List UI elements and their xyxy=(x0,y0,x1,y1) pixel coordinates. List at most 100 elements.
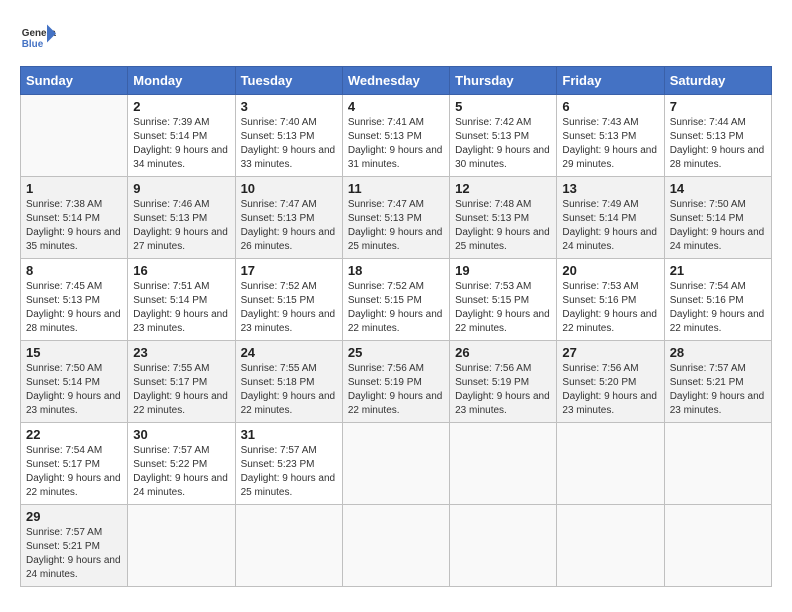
day-info: Sunrise: 7:46 AMSunset: 5:13 PMDaylight:… xyxy=(133,198,229,254)
calendar-cell: 23 Sunrise: 7:55 AMSunset: 5:17 PMDayligh… xyxy=(128,341,235,423)
day-info: Sunrise: 7:50 AMSunset: 5:14 PMDaylight:… xyxy=(26,362,122,418)
calendar-cell xyxy=(450,505,557,587)
day-info: Sunrise: 7:40 AMSunset: 5:13 PMDaylight:… xyxy=(241,116,337,172)
day-number: 25 xyxy=(348,345,444,360)
day-number: 26 xyxy=(455,345,551,360)
calendar-cell: 27 Sunrise: 7:56 AMSunset: 5:20 PMDayligh… xyxy=(557,341,664,423)
day-info: Sunrise: 7:56 AMSunset: 5:20 PMDaylight:… xyxy=(562,362,658,418)
svg-text:Blue: Blue xyxy=(22,39,44,50)
day-number: 30 xyxy=(133,427,229,442)
day-info: Sunrise: 7:49 AMSunset: 5:14 PMDaylight:… xyxy=(562,198,658,254)
day-number: 22 xyxy=(26,427,122,442)
day-number: 19 xyxy=(455,263,551,278)
day-info: Sunrise: 7:51 AMSunset: 5:14 PMDaylight:… xyxy=(133,280,229,336)
calendar-cell: 2 Sunrise: 7:39 AMSunset: 5:14 PMDaylight… xyxy=(128,95,235,177)
calendar-cell: 1 Sunrise: 7:38 AMSunset: 5:14 PMDaylight… xyxy=(21,177,128,259)
calendar-cell: 26 Sunrise: 7:56 AMSunset: 5:19 PMDayligh… xyxy=(450,341,557,423)
day-number: 9 xyxy=(133,181,229,196)
day-info: Sunrise: 7:56 AMSunset: 5:19 PMDaylight:… xyxy=(455,362,551,418)
calendar-cell xyxy=(235,505,342,587)
calendar-row: 1 Sunrise: 7:38 AMSunset: 5:14 PMDaylight… xyxy=(21,177,772,259)
page-header: General Blue xyxy=(20,20,772,56)
day-info: Sunrise: 7:38 AMSunset: 5:14 PMDaylight:… xyxy=(26,198,122,254)
weekday-header: Thursday xyxy=(450,67,557,95)
calendar-cell: 20Sunrise: 7:53 AMSunset: 5:16 PMDayligh… xyxy=(557,259,664,341)
calendar-cell: 18Sunrise: 7:52 AMSunset: 5:15 PMDayligh… xyxy=(342,259,449,341)
calendar-cell xyxy=(450,423,557,505)
day-number: 17 xyxy=(241,263,337,278)
day-number: 1 xyxy=(26,181,122,196)
calendar-cell xyxy=(21,95,128,177)
calendar-cell: 10Sunrise: 7:47 AMSunset: 5:13 PMDayligh… xyxy=(235,177,342,259)
calendar-row: 8 Sunrise: 7:45 AMSunset: 5:13 PMDaylight… xyxy=(21,259,772,341)
day-number: 27 xyxy=(562,345,658,360)
calendar-cell: 9 Sunrise: 7:46 AMSunset: 5:13 PMDaylight… xyxy=(128,177,235,259)
day-number: 29 xyxy=(26,509,122,524)
day-info: Sunrise: 7:52 AMSunset: 5:15 PMDaylight:… xyxy=(348,280,444,336)
calendar-cell: 31 Sunrise: 7:57 AMSunset: 5:23 PMDayligh… xyxy=(235,423,342,505)
day-info: Sunrise: 7:52 AMSunset: 5:15 PMDaylight:… xyxy=(241,280,337,336)
calendar-cell xyxy=(557,505,664,587)
calendar-cell: 11 Sunrise: 7:47 AMSunset: 5:13 PMDayligh… xyxy=(342,177,449,259)
calendar-row: 29 Sunrise: 7:57 AMSunset: 5:21 PMDayligh… xyxy=(21,505,772,587)
day-info: Sunrise: 7:43 AMSunset: 5:13 PMDaylight:… xyxy=(562,116,658,172)
weekday-header: Friday xyxy=(557,67,664,95)
day-number: 13 xyxy=(562,181,658,196)
calendar-cell: 15 Sunrise: 7:50 AMSunset: 5:14 PMDayligh… xyxy=(21,341,128,423)
day-info: Sunrise: 7:57 AMSunset: 5:21 PMDaylight:… xyxy=(26,526,122,582)
calendar-cell: 21Sunrise: 7:54 AMSunset: 5:16 PMDayligh… xyxy=(664,259,771,341)
calendar-cell xyxy=(342,423,449,505)
day-info: Sunrise: 7:47 AMSunset: 5:13 PMDaylight:… xyxy=(348,198,444,254)
day-number: 11 xyxy=(348,181,444,196)
calendar-cell: 4 Sunrise: 7:41 AMSunset: 5:13 PMDaylight… xyxy=(342,95,449,177)
day-number: 2 xyxy=(133,99,229,114)
day-number: 28 xyxy=(670,345,766,360)
day-number: 8 xyxy=(26,263,122,278)
weekday-header: Saturday xyxy=(664,67,771,95)
day-info: Sunrise: 7:57 AMSunset: 5:22 PMDaylight:… xyxy=(133,444,229,500)
calendar-row: 22Sunrise: 7:54 AMSunset: 5:17 PMDayligh… xyxy=(21,423,772,505)
calendar-cell: 8 Sunrise: 7:45 AMSunset: 5:13 PMDaylight… xyxy=(21,259,128,341)
day-info: Sunrise: 7:42 AMSunset: 5:13 PMDaylight:… xyxy=(455,116,551,172)
day-number: 6 xyxy=(562,99,658,114)
day-number: 14 xyxy=(670,181,766,196)
calendar-cell: 6 Sunrise: 7:43 AMSunset: 5:13 PMDaylight… xyxy=(557,95,664,177)
day-info: Sunrise: 7:57 AMSunset: 5:23 PMDaylight:… xyxy=(241,444,337,500)
day-number: 16 xyxy=(133,263,229,278)
calendar-cell: 13 Sunrise: 7:49 AMSunset: 5:14 PMDayligh… xyxy=(557,177,664,259)
calendar-cell: 5Sunrise: 7:42 AMSunset: 5:13 PMDaylight… xyxy=(450,95,557,177)
day-info: Sunrise: 7:41 AMSunset: 5:13 PMDaylight:… xyxy=(348,116,444,172)
day-number: 31 xyxy=(241,427,337,442)
day-number: 23 xyxy=(133,345,229,360)
calendar-cell xyxy=(342,505,449,587)
day-number: 15 xyxy=(26,345,122,360)
day-number: 12 xyxy=(455,181,551,196)
calendar-cell: 25 Sunrise: 7:56 AMSunset: 5:19 PMDayligh… xyxy=(342,341,449,423)
calendar-cell: 12Sunrise: 7:48 AMSunset: 5:13 PMDayligh… xyxy=(450,177,557,259)
day-info: Sunrise: 7:55 AMSunset: 5:18 PMDaylight:… xyxy=(241,362,337,418)
calendar-cell xyxy=(664,505,771,587)
day-info: Sunrise: 7:53 AMSunset: 5:15 PMDaylight:… xyxy=(455,280,551,336)
day-number: 4 xyxy=(348,99,444,114)
calendar-row: 15 Sunrise: 7:50 AMSunset: 5:14 PMDayligh… xyxy=(21,341,772,423)
calendar-cell: 24 Sunrise: 7:55 AMSunset: 5:18 PMDayligh… xyxy=(235,341,342,423)
calendar-cell: 29 Sunrise: 7:57 AMSunset: 5:21 PMDayligh… xyxy=(21,505,128,587)
day-info: Sunrise: 7:55 AMSunset: 5:17 PMDaylight:… xyxy=(133,362,229,418)
calendar-cell xyxy=(128,505,235,587)
day-info: Sunrise: 7:39 AMSunset: 5:14 PMDaylight:… xyxy=(133,116,229,172)
day-info: Sunrise: 7:45 AMSunset: 5:13 PMDaylight:… xyxy=(26,280,122,336)
calendar-table: SundayMondayTuesdayWednesdayThursdayFrid… xyxy=(20,66,772,587)
day-number: 21 xyxy=(670,263,766,278)
calendar-row: 2 Sunrise: 7:39 AMSunset: 5:14 PMDaylight… xyxy=(21,95,772,177)
day-info: Sunrise: 7:44 AMSunset: 5:13 PMDaylight:… xyxy=(670,116,766,172)
calendar-cell: 17 Sunrise: 7:52 AMSunset: 5:15 PMDayligh… xyxy=(235,259,342,341)
day-info: Sunrise: 7:56 AMSunset: 5:19 PMDaylight:… xyxy=(348,362,444,418)
weekday-header: Wednesday xyxy=(342,67,449,95)
calendar-cell: 19 Sunrise: 7:53 AMSunset: 5:15 PMDayligh… xyxy=(450,259,557,341)
day-number: 20 xyxy=(562,263,658,278)
calendar-cell: 7 Sunrise: 7:44 AMSunset: 5:13 PMDaylight… xyxy=(664,95,771,177)
logo: General Blue xyxy=(20,20,56,56)
day-number: 7 xyxy=(670,99,766,114)
calendar-cell xyxy=(664,423,771,505)
day-number: 24 xyxy=(241,345,337,360)
